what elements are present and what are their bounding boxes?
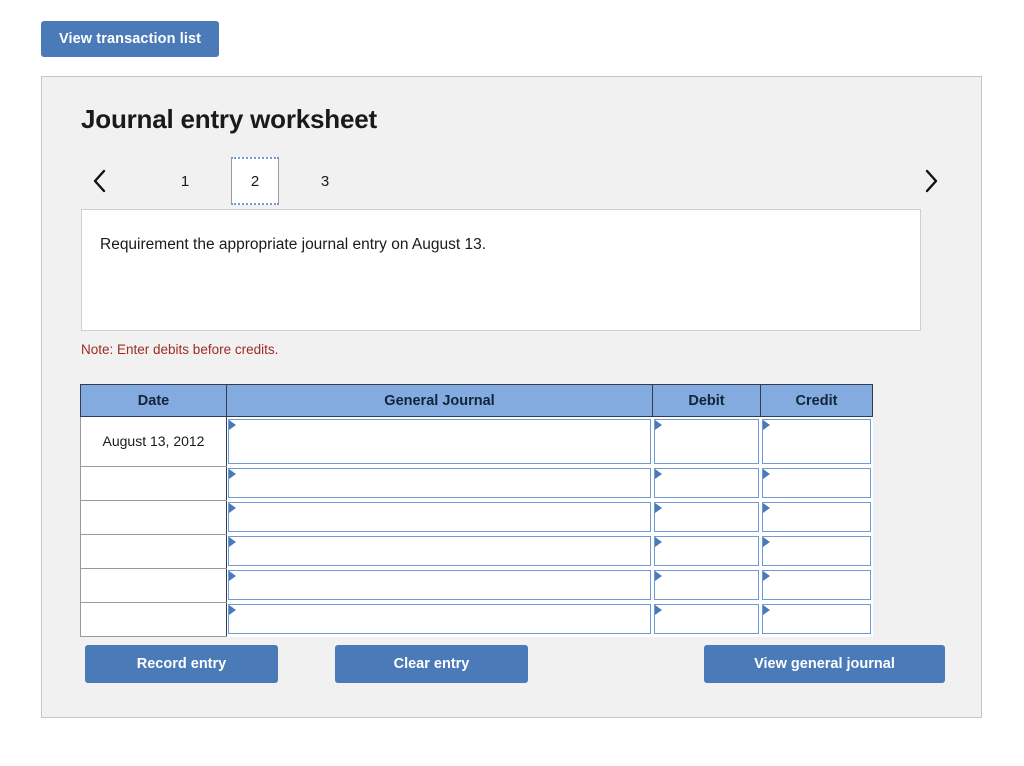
debit-input-cell[interactable] bbox=[652, 466, 761, 500]
date-cell bbox=[80, 466, 227, 501]
credit-input-cell[interactable] bbox=[760, 534, 873, 568]
date-cell bbox=[80, 568, 227, 603]
column-header-date: Date bbox=[80, 384, 227, 417]
worksheet-pager: 1 2 3 bbox=[81, 157, 946, 205]
journal-entry-table: Date General Journal Debit Credit August… bbox=[80, 384, 873, 637]
page-title: Journal entry worksheet bbox=[81, 104, 377, 134]
table-row bbox=[80, 568, 873, 603]
credit-input-cell[interactable] bbox=[760, 416, 873, 466]
table-row: August 13, 2012 bbox=[80, 416, 873, 467]
debit-input[interactable] bbox=[653, 502, 759, 532]
debit-input[interactable] bbox=[653, 419, 759, 464]
credit-input-cell[interactable] bbox=[760, 568, 873, 602]
view-transaction-list-button[interactable]: View transaction list bbox=[41, 21, 220, 57]
debit-input-cell[interactable] bbox=[652, 534, 761, 568]
column-header-general-journal: General Journal bbox=[226, 384, 653, 417]
chevron-right-icon[interactable] bbox=[916, 157, 946, 205]
general-journal-input[interactable] bbox=[228, 502, 651, 532]
app-screen: View transaction list Journal entry work… bbox=[0, 0, 1024, 766]
credit-input[interactable] bbox=[761, 419, 871, 464]
credit-input-cell[interactable] bbox=[760, 602, 873, 636]
general-journal-input-cell[interactable] bbox=[226, 602, 653, 636]
date-cell bbox=[80, 500, 227, 535]
journal-entry-panel: Journal entry worksheet 1 2 3 Requiremen… bbox=[41, 76, 982, 718]
requirement-text: Requirement the appropriate journal entr… bbox=[100, 236, 487, 253]
general-journal-input[interactable] bbox=[228, 536, 651, 566]
general-journal-input[interactable] bbox=[228, 419, 651, 464]
debit-input[interactable] bbox=[653, 604, 759, 634]
credit-input[interactable] bbox=[761, 502, 871, 532]
general-journal-input[interactable] bbox=[228, 604, 651, 634]
general-journal-input-cell[interactable] bbox=[226, 500, 653, 534]
credit-input-cell[interactable] bbox=[760, 500, 873, 534]
requirement-box: Requirement the appropriate journal entr… bbox=[81, 209, 921, 331]
credit-input[interactable] bbox=[761, 536, 871, 566]
worksheet-tab-3[interactable]: 3 bbox=[301, 157, 349, 205]
view-general-journal-button[interactable]: View general journal bbox=[704, 645, 945, 683]
table-row bbox=[80, 602, 873, 637]
clear-entry-button[interactable]: Clear entry bbox=[335, 645, 528, 683]
credit-input[interactable] bbox=[761, 604, 871, 634]
worksheet-tab-1[interactable]: 1 bbox=[161, 157, 209, 205]
worksheet-tab-3-label: 3 bbox=[320, 172, 330, 190]
table-row bbox=[80, 500, 873, 535]
date-cell: August 13, 2012 bbox=[80, 416, 227, 467]
note-text: Note: Enter debits before credits. bbox=[81, 342, 279, 357]
debit-input-cell[interactable] bbox=[652, 568, 761, 602]
general-journal-input-cell[interactable] bbox=[226, 568, 653, 602]
debit-input[interactable] bbox=[653, 468, 759, 498]
table-row bbox=[80, 466, 873, 501]
general-journal-input-cell[interactable] bbox=[226, 466, 653, 500]
record-entry-button[interactable]: Record entry bbox=[85, 645, 278, 683]
general-journal-input-cell[interactable] bbox=[226, 416, 653, 466]
credit-input[interactable] bbox=[761, 570, 871, 600]
debit-input[interactable] bbox=[653, 536, 759, 566]
table-header-row: Date General Journal Debit Credit bbox=[80, 384, 873, 417]
general-journal-input[interactable] bbox=[228, 468, 651, 498]
worksheet-tab-2-label: 2 bbox=[250, 172, 260, 190]
credit-input[interactable] bbox=[761, 468, 871, 498]
date-cell bbox=[80, 534, 227, 569]
debit-input-cell[interactable] bbox=[652, 602, 761, 636]
chevron-left-icon[interactable] bbox=[85, 157, 115, 205]
debit-input-cell[interactable] bbox=[652, 500, 761, 534]
credit-input-cell[interactable] bbox=[760, 466, 873, 500]
worksheet-tab-1-label: 1 bbox=[180, 172, 190, 190]
column-header-credit: Credit bbox=[760, 384, 873, 417]
table-row bbox=[80, 534, 873, 569]
debit-input-cell[interactable] bbox=[652, 416, 761, 466]
worksheet-tab-2[interactable]: 2 bbox=[231, 157, 279, 205]
general-journal-input[interactable] bbox=[228, 570, 651, 600]
column-header-debit: Debit bbox=[652, 384, 761, 417]
worksheet-tab-list: 1 2 3 bbox=[161, 157, 371, 205]
date-cell bbox=[80, 602, 227, 637]
debit-input[interactable] bbox=[653, 570, 759, 600]
general-journal-input-cell[interactable] bbox=[226, 534, 653, 568]
